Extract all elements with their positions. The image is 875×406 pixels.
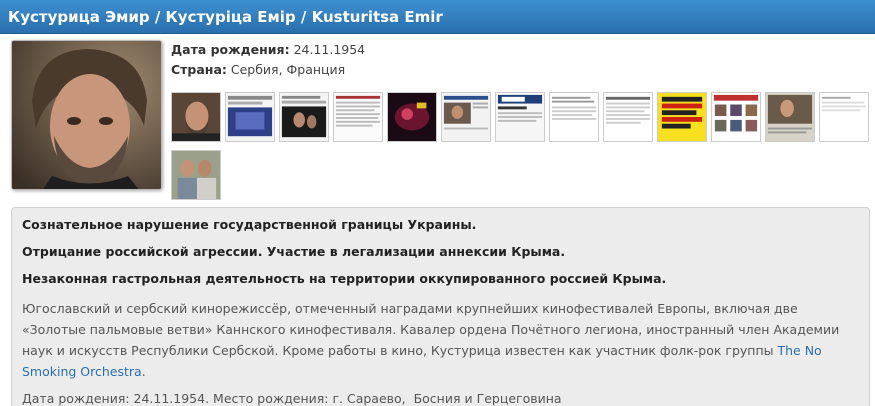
page-header: Кустурица Эмир / Кустуріца Емір / Kustur… [0,0,875,34]
violation-item: Сознательное нарушение государственной г… [22,217,477,232]
gallery-thumb[interactable] [711,92,761,142]
biography-text: Югославский и сербский кинорежиссёр, отм… [22,298,859,382]
gallery-thumb[interactable] [225,92,275,142]
gallery-thumb[interactable] [279,92,329,142]
country-row: Страна: Сербия, Франция [171,60,365,80]
page-title: Кустурица Эмир / Кустуріца Емір / Kustur… [8,8,443,26]
birth-date-value: 24.11.1954 [293,42,366,57]
country-label: Страна: [171,62,227,77]
biography-body: Югославский и сербский кинорежиссёр, отм… [22,301,840,358]
birth-date-label: Дата рождения: [171,42,290,57]
gallery-thumb[interactable] [387,92,437,142]
country-value: Сербия, Франция [230,62,346,77]
gallery-thumb[interactable] [819,92,869,142]
violation-item: Отрицание российской агрессии. Участие в… [22,244,566,259]
portrait-photo[interactable] [11,40,162,190]
gallery-thumb[interactable] [333,92,383,142]
violation-item: Незаконная гастрольная деятельность на т… [22,271,667,286]
gallery-thumb[interactable] [549,92,599,142]
gallery-thumb[interactable] [495,92,545,142]
biography-end: . [141,364,146,379]
gallery-thumb[interactable] [441,92,491,142]
person-info: Дата рождения: 24.11.1954 Страна: Сербия… [171,40,365,80]
birth-date-row: Дата рождения: 24.11.1954 [171,40,365,60]
gallery-thumb[interactable] [603,92,653,142]
gallery-thumb[interactable] [171,150,221,200]
portrait-image [12,41,161,189]
gallery-thumb[interactable] [765,92,815,142]
dossier-panel: Сознательное нарушение государственной г… [11,207,870,406]
gallery-thumb[interactable] [171,92,221,142]
gallery-thumb[interactable] [657,92,707,142]
birth-place-line: Дата рождения: 24.11.1954. Место рождени… [22,391,562,406]
